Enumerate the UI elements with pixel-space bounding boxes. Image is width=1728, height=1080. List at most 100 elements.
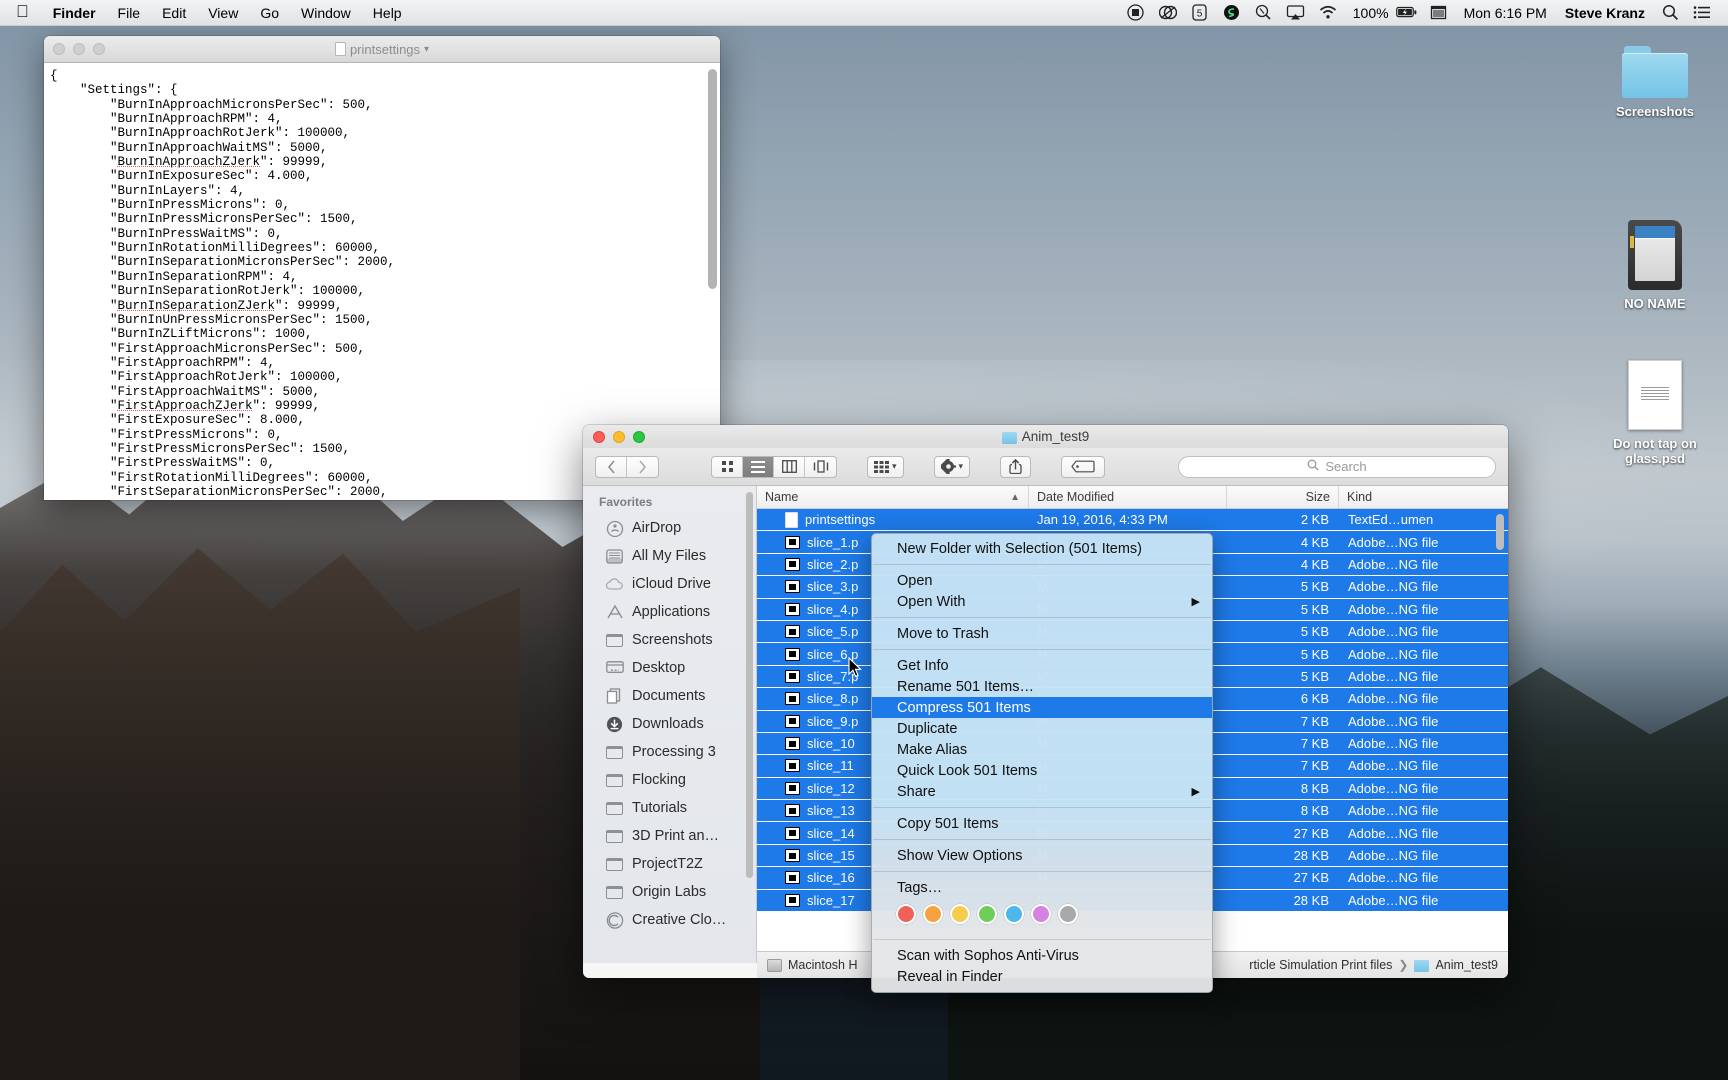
- sidebar-item-creative-clo[interactable]: Creative Clo…: [583, 906, 756, 934]
- menu-item-scan-with-sophos-anti-virus[interactable]: Scan with Sophos Anti-Virus: [872, 945, 1212, 966]
- folder-icon: [1414, 960, 1429, 972]
- code-line: {: [50, 69, 710, 83]
- sidebar-item-desktop[interactable]: Desktop: [583, 654, 756, 682]
- tag-color-swatch-4[interactable]: [1004, 904, 1024, 924]
- code-line: "FirstApproachMicronsPerSec": 500,: [50, 342, 710, 356]
- record-icon[interactable]: [1125, 3, 1147, 23]
- menu-item-view[interactable]: View: [197, 5, 249, 21]
- menu-item-get-info[interactable]: Get Info: [872, 655, 1212, 676]
- tag-color-swatch-6[interactable]: [1058, 904, 1078, 924]
- finder-titlebar[interactable]: Anim_test9: [583, 425, 1508, 448]
- sidebar-item-icloud-drive[interactable]: iCloud Drive: [583, 570, 756, 598]
- sidebar-item-tutorials[interactable]: Tutorials: [583, 794, 756, 822]
- textedit-titlebar[interactable]: printsettings ▾: [44, 36, 720, 63]
- spotlight-search-icon[interactable]: [1659, 3, 1681, 23]
- file-name-label: slice_16: [807, 870, 855, 885]
- tag-color-swatch-0[interactable]: [896, 904, 916, 924]
- airplay-icon[interactable]: [1285, 3, 1307, 23]
- desktop-icon-screenshots[interactable]: Screenshots: [1596, 46, 1714, 121]
- back-chevron-icon[interactable]: [596, 457, 627, 477]
- tags-button[interactable]: [1061, 456, 1105, 478]
- sophos-icon[interactable]: [1221, 3, 1243, 23]
- vertical-scrollbar[interactable]: [1496, 514, 1504, 550]
- menu-item-rename-501-items[interactable]: Rename 501 Items…: [872, 676, 1212, 697]
- textedit-scrollbar[interactable]: [708, 69, 717, 289]
- menu-item-window[interactable]: Window: [290, 5, 362, 21]
- sidebar-item-airdrop[interactable]: AirDrop: [583, 514, 756, 542]
- menu-item-finder[interactable]: Finder: [42, 5, 107, 21]
- tag-color-row[interactable]: [872, 898, 1212, 934]
- menu-item-go[interactable]: Go: [249, 5, 290, 21]
- path-segment-macintosh-hd[interactable]: Macintosh H: [788, 958, 857, 972]
- menu-item-share[interactable]: Share▶: [872, 781, 1212, 802]
- evernote-icon[interactable]: 5: [1189, 3, 1211, 23]
- flashlight-icon[interactable]: [1253, 3, 1275, 23]
- calendar-icon[interactable]: [1428, 3, 1450, 23]
- menu-item-duplicate[interactable]: Duplicate: [872, 718, 1212, 739]
- sidebar-item-all-my-files[interactable]: All My Files: [583, 542, 756, 570]
- menu-item-tags[interactable]: Tags…: [872, 877, 1212, 898]
- list-view-icon[interactable]: [743, 457, 774, 477]
- menu-item-edit[interactable]: Edit: [151, 5, 197, 21]
- menu-item-open-with[interactable]: Open With▶: [872, 591, 1212, 612]
- path-segment-print-files[interactable]: rticle Simulation Print files: [1249, 958, 1392, 972]
- menu-item-quick-look-501-items[interactable]: Quick Look 501 Items: [872, 760, 1212, 781]
- sidebar-item-screenshots[interactable]: Screenshots: [583, 626, 756, 654]
- tag-color-swatch-5[interactable]: [1031, 904, 1051, 924]
- search-field[interactable]: Search: [1178, 456, 1496, 478]
- arrange-by-button[interactable]: ▾: [867, 456, 904, 478]
- menu-item-help[interactable]: Help: [362, 5, 413, 21]
- column-header-size[interactable]: Size: [1227, 486, 1339, 508]
- menubar-clock[interactable]: Mon 6:16 PM: [1455, 5, 1556, 21]
- sidebar-item-documents[interactable]: Documents: [583, 682, 756, 710]
- column-header-date[interactable]: Date Modified: [1029, 486, 1227, 508]
- menu-item-file[interactable]: File: [107, 5, 152, 21]
- menu-item-new-folder-with-selection-501-items[interactable]: New Folder with Selection (501 Items): [872, 538, 1212, 559]
- sidebar-item-applications[interactable]: Applications: [583, 598, 756, 626]
- icon-view-icon[interactable]: [712, 457, 743, 477]
- path-separator-icon: ❯: [1398, 958, 1408, 972]
- coverflow-view-icon[interactable]: [805, 457, 836, 477]
- navigation-buttons[interactable]: [595, 456, 659, 478]
- sidebar-item-downloads[interactable]: Downloads: [583, 710, 756, 738]
- menu-item-show-view-options[interactable]: Show View Options: [872, 845, 1212, 866]
- sidebar-item-origin-labs[interactable]: Origin Labs: [583, 878, 756, 906]
- cell-size: 28 KB: [1227, 893, 1339, 908]
- battery-charging-icon[interactable]: [1396, 3, 1418, 23]
- column-header-name[interactable]: Name ▲: [757, 486, 1029, 508]
- chevron-down-icon[interactable]: ▾: [424, 44, 429, 55]
- wifi-icon[interactable]: [1317, 3, 1339, 23]
- column-view-icon[interactable]: [774, 457, 805, 477]
- tag-color-swatch-3[interactable]: [977, 904, 997, 924]
- table-row[interactable]: printsettingsJan 19, 2016, 4:33 PM2 KBTe…: [757, 509, 1508, 531]
- dropbox-icon[interactable]: [1157, 3, 1179, 23]
- cell-kind: Adobe…NG file: [1339, 893, 1508, 908]
- menu-item-move-to-trash[interactable]: Move to Trash: [872, 623, 1212, 644]
- menubar-user[interactable]: Steve Kranz: [1556, 5, 1654, 21]
- menu-item-reveal-in-finder[interactable]: Reveal in Finder: [872, 966, 1212, 987]
- menu-item-compress-501-items[interactable]: Compress 501 Items: [872, 697, 1212, 718]
- apple-menu-icon[interactable]: : [0, 3, 42, 20]
- tag-color-swatch-1[interactable]: [923, 904, 943, 924]
- menu-item-copy-501-items[interactable]: Copy 501 Items: [872, 813, 1212, 834]
- sidebar-item-3d-print-an[interactable]: 3D Print an…: [583, 822, 756, 850]
- path-segment-anim-test9[interactable]: Anim_test9: [1435, 958, 1498, 972]
- forward-chevron-icon[interactable]: [627, 457, 658, 477]
- sidebar-item-flocking[interactable]: Flocking: [583, 766, 756, 794]
- menu-item-make-alias[interactable]: Make Alias: [872, 739, 1212, 760]
- context-menu[interactable]: New Folder with Selection (501 Items) Ope…: [871, 533, 1213, 993]
- sidebar-item-processing-3[interactable]: Processing 3: [583, 738, 756, 766]
- cell-kind: Adobe…NG file: [1339, 848, 1508, 863]
- desktop-icon-do-not-tap[interactable]: Do not tap on glass.psd: [1596, 360, 1714, 468]
- view-mode-group[interactable]: [711, 456, 837, 478]
- notification-center-icon[interactable]: [1691, 3, 1713, 23]
- text-document-icon: [785, 512, 798, 528]
- sidebar-scrollbar[interactable]: [746, 492, 753, 878]
- desktop-icon-no-name[interactable]: NO NAME: [1596, 220, 1714, 313]
- menu-item-open[interactable]: Open: [872, 570, 1212, 591]
- sidebar-item-projectt2z[interactable]: ProjectT2Z: [583, 850, 756, 878]
- gear-action-button[interactable]: ▾: [934, 456, 971, 478]
- share-button[interactable]: [1000, 456, 1031, 478]
- column-header-kind[interactable]: Kind: [1339, 486, 1508, 508]
- tag-color-swatch-2[interactable]: [950, 904, 970, 924]
